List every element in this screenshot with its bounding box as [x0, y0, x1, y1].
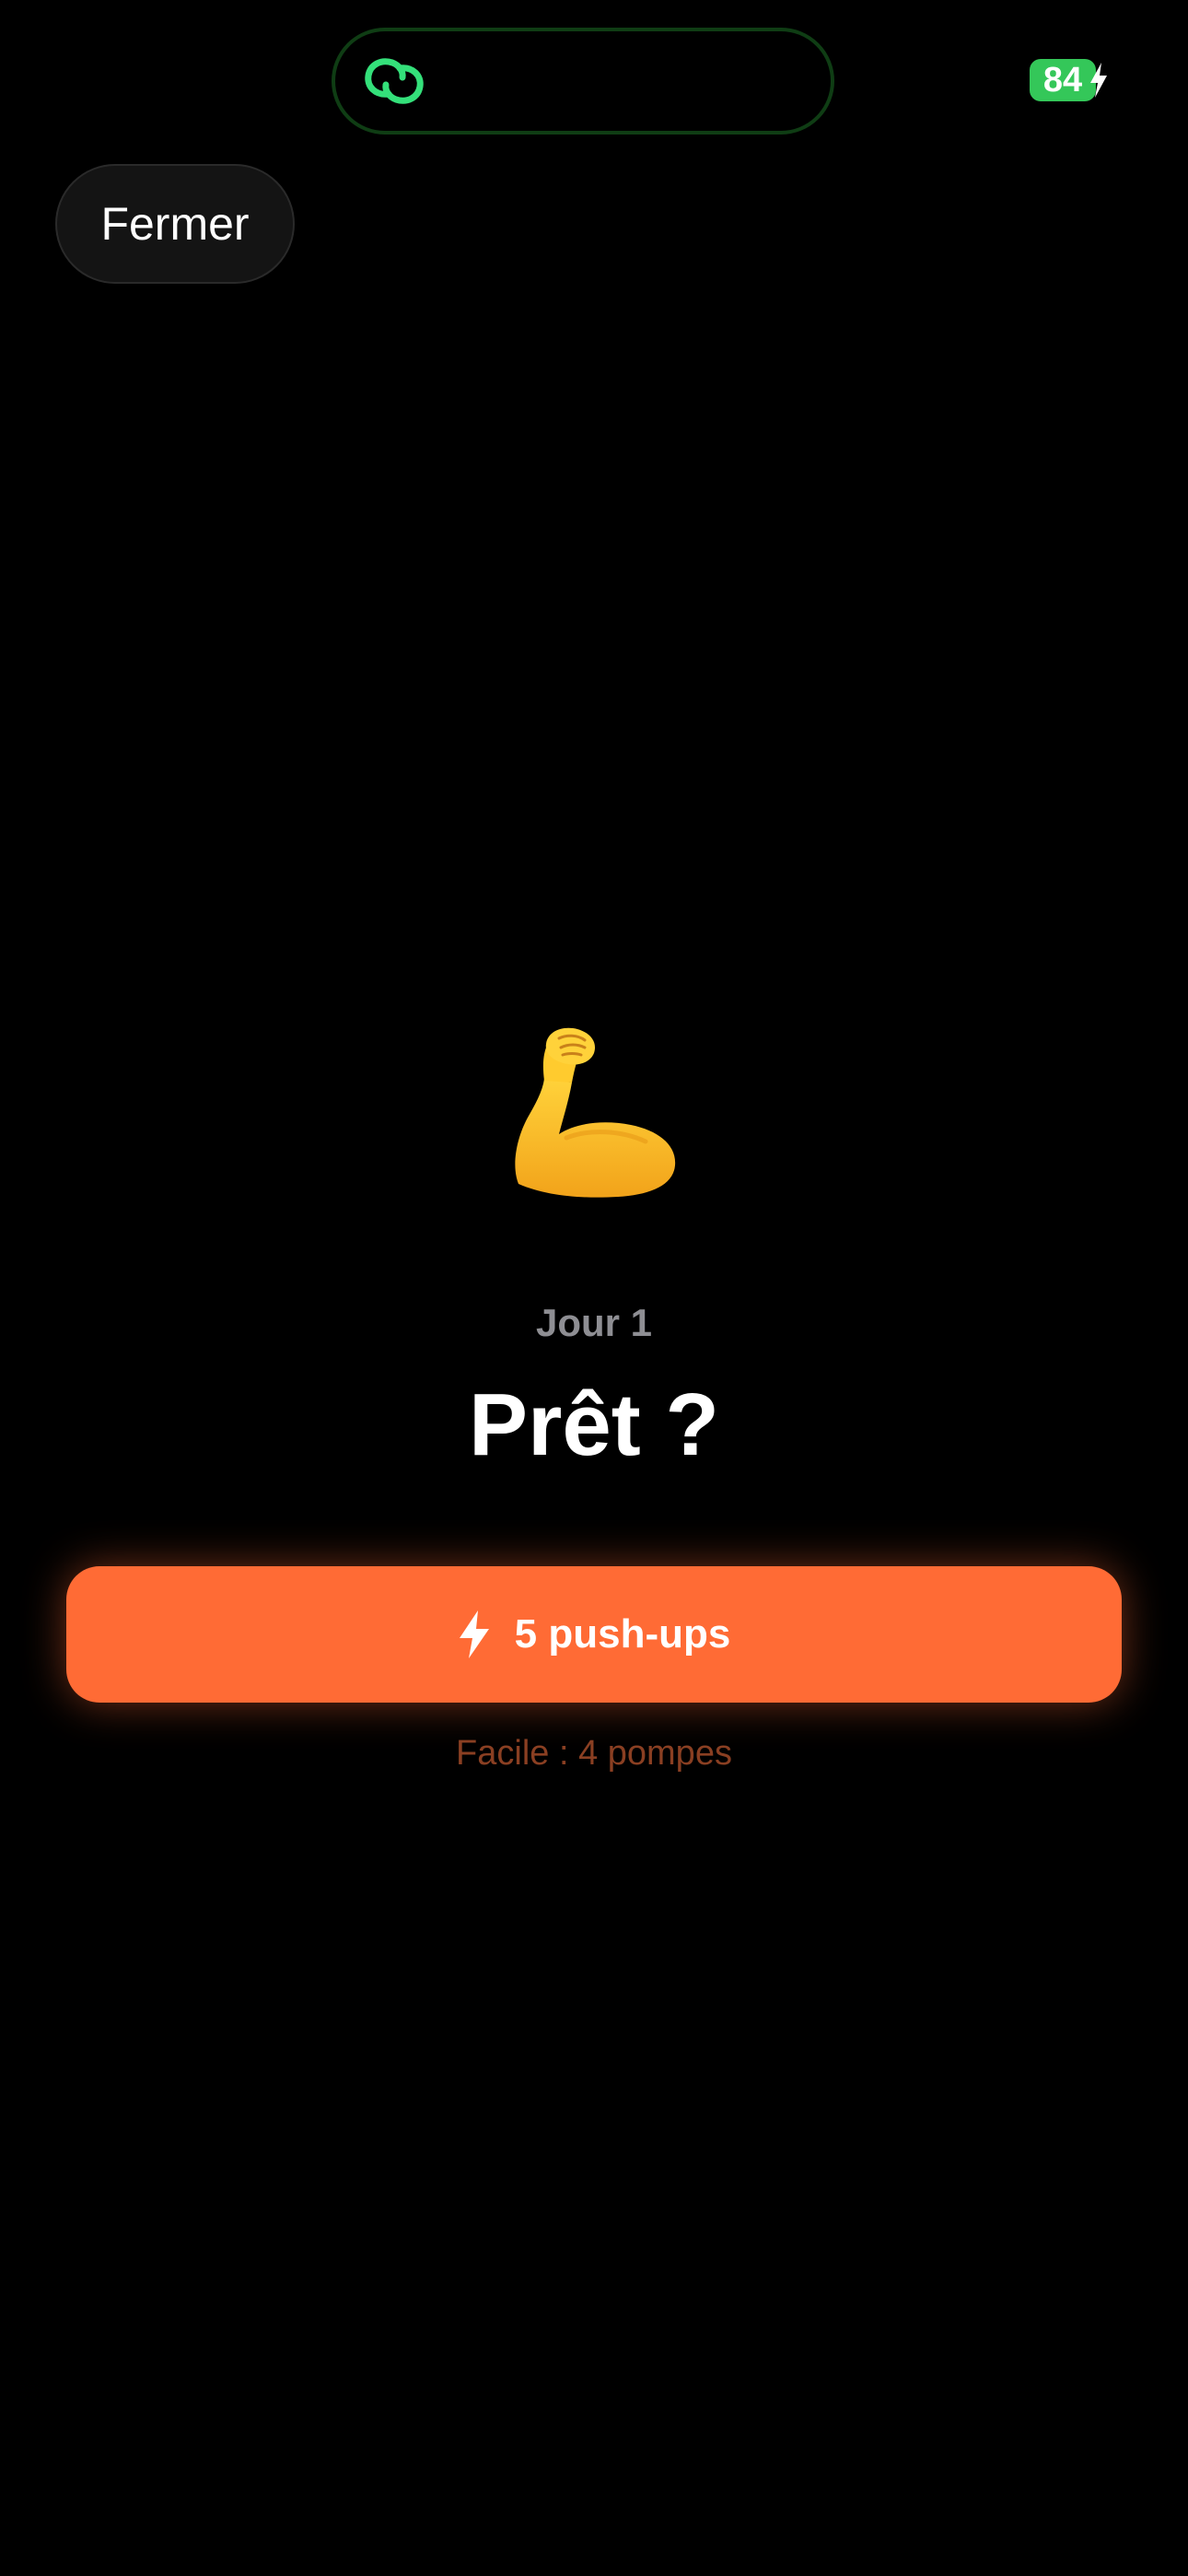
charging-bolt-icon [1090, 63, 1107, 98]
battery-indicator: 84 [1030, 59, 1107, 101]
start-button-content: 5 push-ups [66, 1566, 1122, 1703]
bolt-icon [459, 1610, 489, 1658]
battery-level: 84 [1042, 61, 1083, 100]
close-button[interactable]: Fermer [55, 164, 295, 284]
day-label: Jour 1 [535, 1301, 653, 1344]
flexed-biceps-icon [515, 1027, 676, 1198]
dynamic-island [332, 28, 834, 135]
link-rings-icon [365, 58, 424, 104]
start-pushups-button[interactable]: 5 push-ups [66, 1566, 1122, 1703]
page-title: Prêt ? [468, 1376, 720, 1474]
easy-option-link[interactable]: Facile : 4 pompes [0, 1734, 1188, 1774]
start-button-label: 5 push-ups [514, 1611, 731, 1657]
